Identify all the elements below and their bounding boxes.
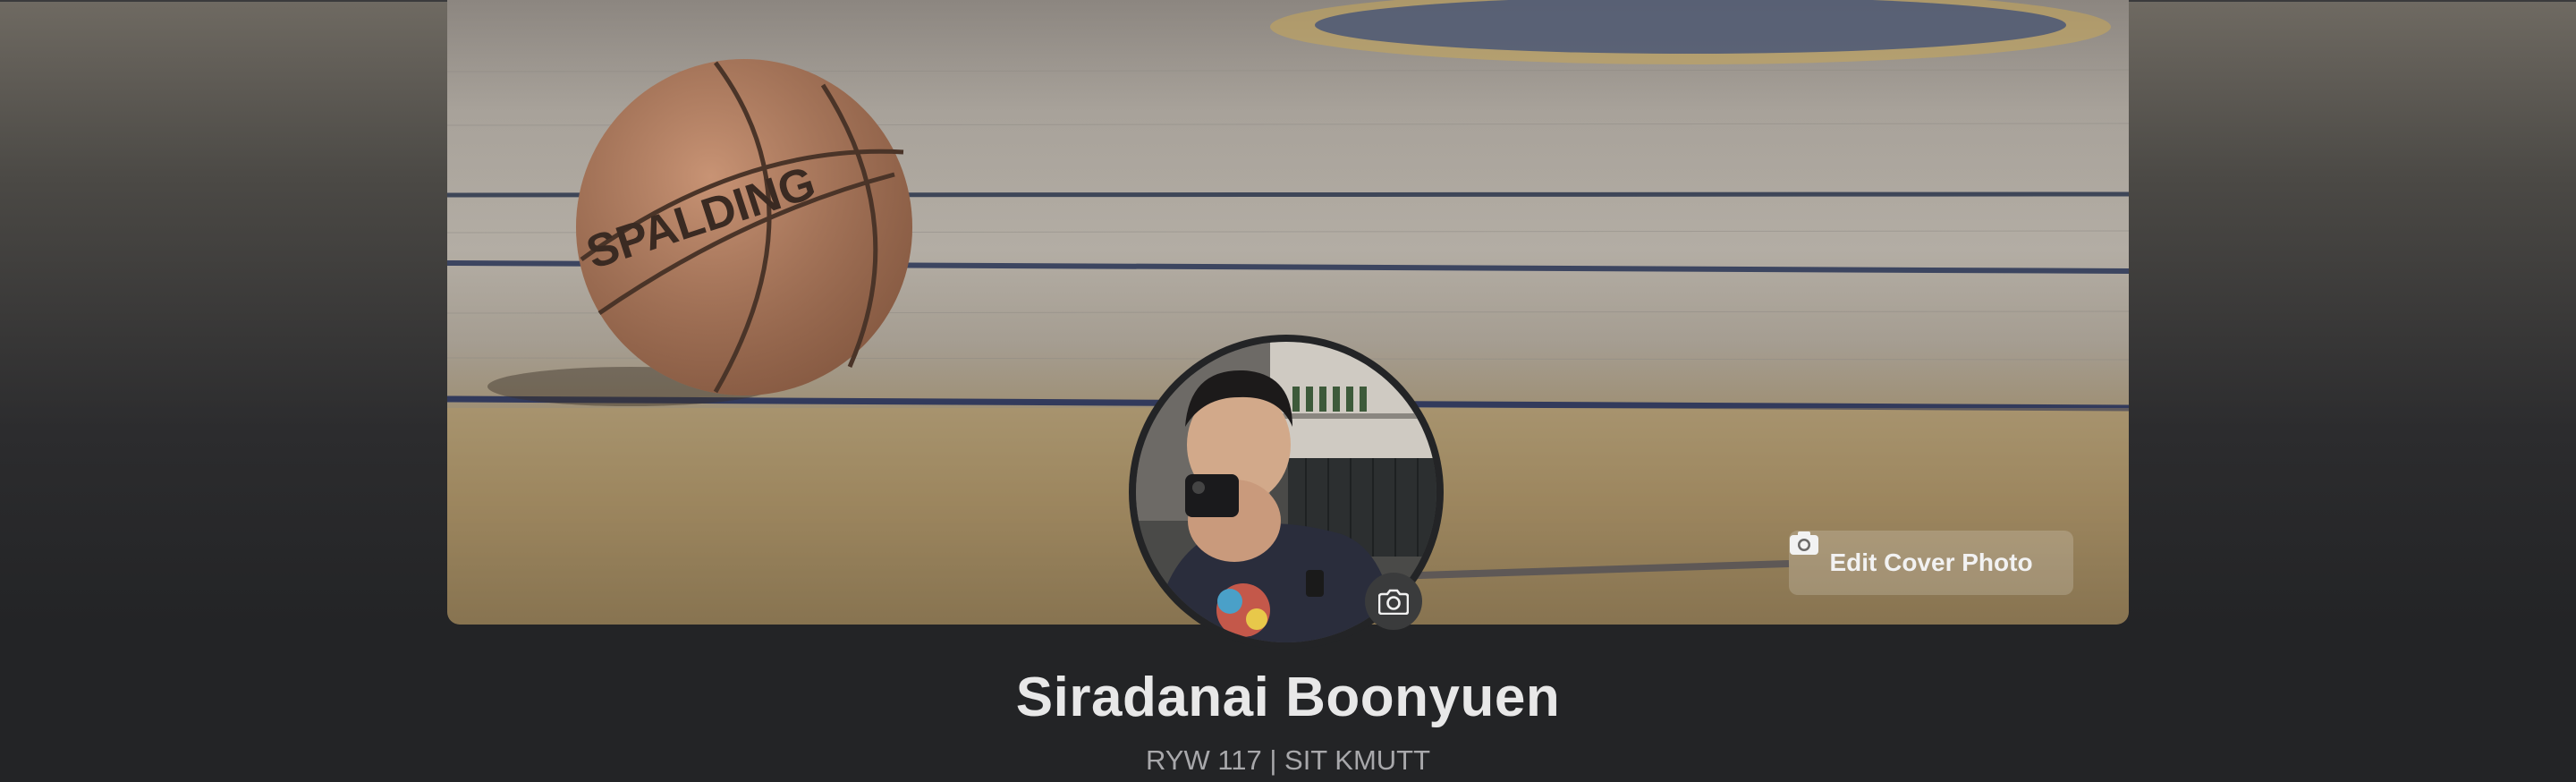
profile-name: Siradanai Boonyuen bbox=[1015, 667, 1561, 728]
basketball: SPALDING bbox=[576, 59, 912, 395]
profile-header: SPALDING Edit Cover Photo Siradanai Boon… bbox=[0, 0, 2576, 782]
edit-cover-photo-label: Edit Cover Photo bbox=[1829, 548, 2033, 576]
profile-bio: RYW 117 | SIT KMUTT bbox=[1145, 744, 1431, 776]
camera-icon bbox=[1790, 531, 1818, 555]
change-profile-picture-button[interactable] bbox=[1365, 573, 1422, 630]
camera-icon bbox=[1378, 589, 1409, 615]
edit-cover-photo-button[interactable]: Edit Cover Photo bbox=[1789, 531, 2073, 595]
